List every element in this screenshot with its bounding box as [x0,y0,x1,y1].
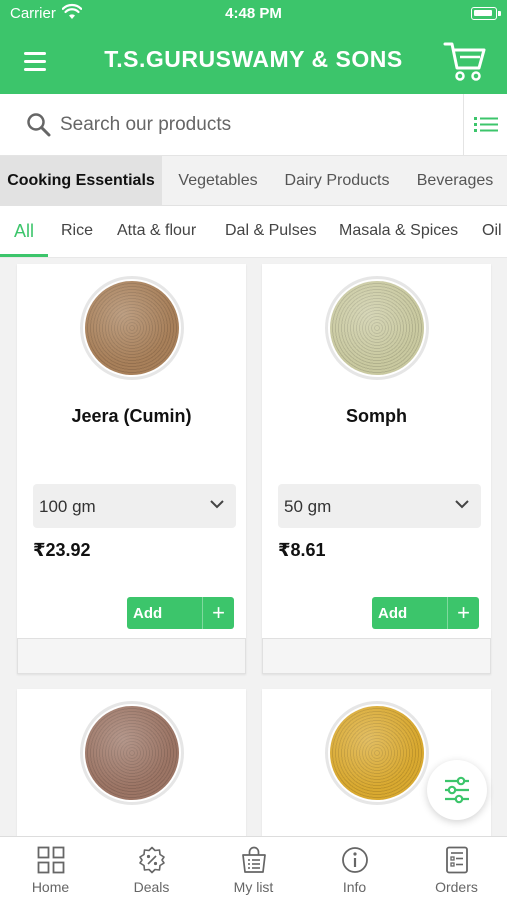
tab-orders[interactable]: Orders [406,837,507,900]
cart-button[interactable] [443,40,487,82]
top-bar: T.S.GURUSWAMY & SONS [0,28,507,94]
cart-icon [443,42,486,81]
add-to-cart-button[interactable]: Add + [127,597,234,629]
filter-button[interactable] [427,760,487,820]
quantity-select[interactable]: 100 gm [33,484,236,528]
product-image-fill [330,281,424,375]
card-footer [17,638,246,674]
category-tab-vegetables[interactable]: Vegetables [166,156,270,205]
chevron-down-icon [210,500,224,509]
product-card[interactable]: Jeera (Cumin) 100 gm ₹23.92 Add + [17,264,246,674]
product-name: Jeera (Cumin) [71,406,192,426]
status-bar: Carrier 4:48 PM [0,0,507,28]
search-input[interactable] [60,106,440,144]
category-tab-dairy-products[interactable]: Dairy Products [274,156,400,205]
bottom-tab-bar: Home Deals My list Info Orders [0,836,507,900]
chevron-down-icon [455,500,469,509]
tab-label: Home [31,879,70,895]
discount-badge-icon [139,846,165,874]
tab-label: Orders [435,879,478,895]
tab-home[interactable]: Home [0,837,101,900]
search-icon [27,113,51,137]
subcategory-tab-dal-pulses[interactable]: Dal & Pulses [225,206,317,257]
subcategory-tab-all[interactable]: All [14,206,34,257]
search-bar [0,94,507,156]
active-tab-indicator [0,254,48,257]
tab-label: Info [342,879,367,895]
product-price: ₹23.92 [33,540,91,560]
tab-deals[interactable]: Deals [101,837,202,900]
plus-icon: + [447,597,479,629]
app-header: Carrier 4:48 PM T.S.GURUSWAMY & SONS [0,0,507,94]
subcategory-tab-atta-flour[interactable]: Atta & flour [117,206,196,257]
subcategory-tab-masala-spices[interactable]: Masala & Spices [339,206,458,257]
subcategory-tab-rice[interactable]: Rice [61,206,93,257]
product-image [80,701,184,805]
product-image [325,701,429,805]
receipt-icon [446,846,468,874]
plus-icon: + [202,597,234,629]
add-label: Add [133,605,163,622]
store-title: T.S.GURUSWAMY & SONS [104,46,403,72]
quantity-value: 50 gm [284,497,332,516]
info-icon [342,847,368,873]
category-tabs: Cooking Essentials Vegetables Dairy Prod… [0,156,507,206]
product-card[interactable] [17,689,246,839]
product-image-fill [85,706,179,800]
card-footer [262,638,491,674]
tab-info[interactable]: Info [304,837,405,900]
status-time: 4:48 PM [225,5,282,22]
sliders-icon [445,776,469,804]
product-image [325,276,429,380]
product-card[interactable]: Somph 50 gm ₹8.61 Add + [262,264,491,674]
product-image [80,276,184,380]
quantity-select[interactable]: 50 gm [278,484,481,528]
category-tab-beverages[interactable]: Beverages [406,156,504,205]
shopping-bag-list-icon [242,846,266,873]
product-image-fill [85,281,179,375]
list-view-button[interactable] [463,94,507,156]
product-image-fill [330,706,424,800]
add-to-cart-button[interactable]: Add + [372,597,479,629]
tab-label: Deals [133,879,170,895]
tab-my-list[interactable]: My list [203,837,304,900]
add-label: Add [378,605,408,622]
list-icon [474,117,498,132]
grid-icon [37,846,65,874]
category-tab-cooking-essentials[interactable]: Cooking Essentials [0,156,162,205]
tab-label: My list [233,879,274,895]
battery-icon [471,7,501,20]
quantity-value: 100 gm [39,497,96,516]
subcategory-tab-oil[interactable]: Oil [482,206,502,257]
product-name: Somph [346,406,407,426]
subcategory-tabs: All Rice Atta & flour Dal & Pulses Masal… [0,206,507,258]
product-price: ₹8.61 [278,540,326,560]
